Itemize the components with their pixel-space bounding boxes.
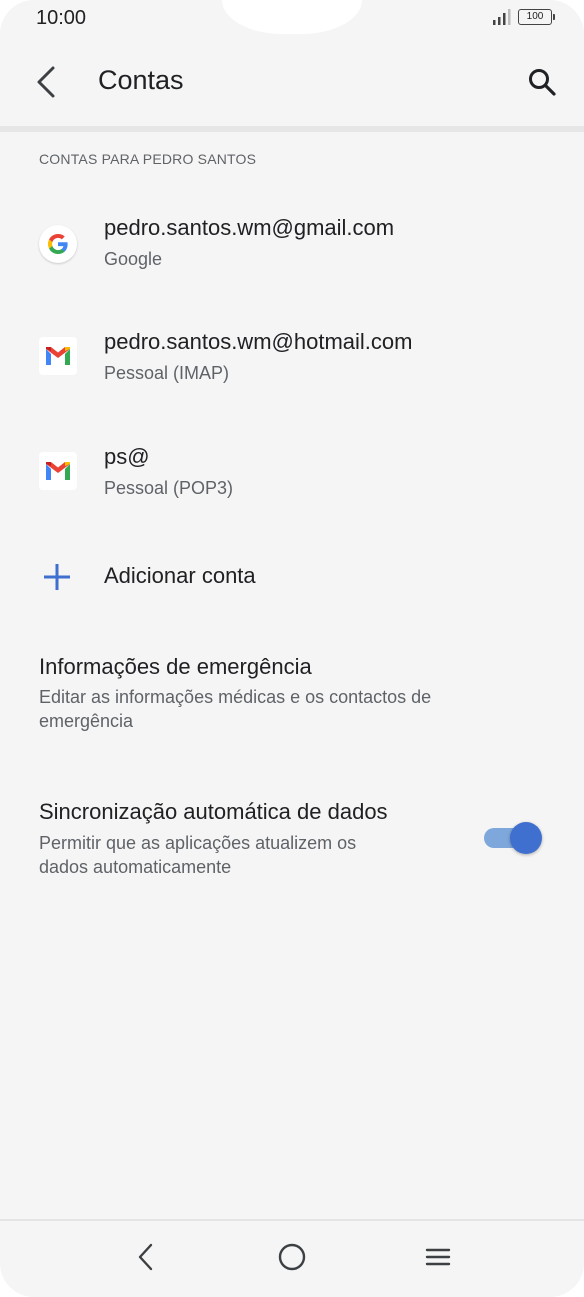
header-divider [0,126,584,132]
nav-menu-button[interactable] [413,1235,463,1279]
app-bar: Contas [0,48,584,116]
auto-sync-desc-line2: dados automaticamente [39,857,232,877]
plus-icon [44,564,70,590]
account-item-hotmail[interactable]: pedro.santos.wm@hotmail.com Pessoal (IMA… [0,315,584,395]
account-item-pop3[interactable]: ps@ Pessoal (POP3) [0,430,584,510]
nav-home-button[interactable] [267,1235,317,1279]
page-title: Contas [98,65,184,95]
nav-menu-icon [425,1248,451,1266]
account-title: pedro.santos.wm@hotmail.com [104,329,413,354]
account-subtitle: Pessoal (IMAP) [104,363,230,383]
back-arrow-icon [37,66,55,98]
auto-sync-desc-line1: Permitir que as aplicações atualizem os [39,833,357,853]
nav-home-icon [278,1243,306,1271]
signal-icon [493,9,511,25]
navigation-bar [0,1221,584,1297]
battery-icon: 100 [518,9,555,25]
settings-screen: 10:00 100 Contas CONTAS PARA PEDRO SANTO… [0,0,584,1297]
nav-back-icon [138,1243,153,1271]
battery-level: 100 [526,11,544,22]
account-subtitle: Pessoal (POP3) [104,478,234,498]
back-button[interactable] [24,60,68,104]
emergency-info-desc-line1: Editar as informações médicas e os conta… [39,687,432,707]
emergency-info-desc-line2: emergência [39,711,134,731]
auto-sync-title: Sincronização automática de dados [39,799,388,824]
status-icons: 100 [492,9,555,25]
account-title: ps@ [104,444,150,469]
emergency-info-item[interactable]: Informações de emergência Editar as info… [0,640,584,740]
add-account-label: Adicionar conta [104,563,256,588]
auto-sync-toggle[interactable] [484,822,542,854]
gmail-icon [39,452,77,490]
add-account-button[interactable]: Adicionar conta [0,548,584,604]
search-icon [529,69,556,96]
toggle-thumb [510,822,542,854]
account-item-google[interactable]: pedro.santos.wm@gmail.com Google [0,200,584,280]
accounts-section-header: CONTAS PARA PEDRO SANTOS [39,151,257,167]
nav-back-button[interactable] [121,1235,171,1279]
gmail-icon [39,337,77,375]
search-button[interactable] [520,60,564,104]
google-icon [39,225,77,263]
account-title: pedro.santos.wm@gmail.com [104,215,395,240]
emergency-info-title: Informações de emergência [39,654,312,679]
account-subtitle: Google [104,249,163,269]
status-time: 10:00 [36,7,87,29]
